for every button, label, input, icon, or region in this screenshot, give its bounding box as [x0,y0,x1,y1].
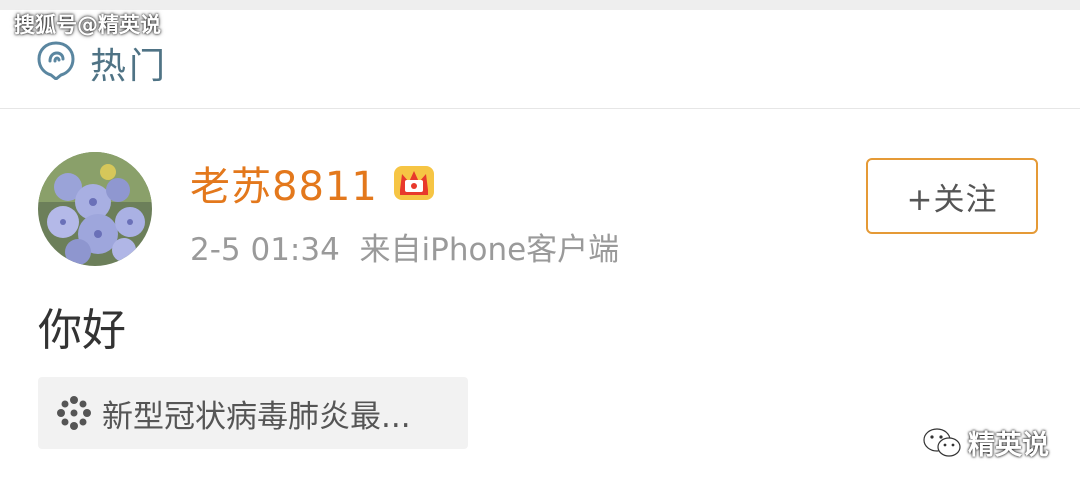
top-strip [0,0,1080,10]
crown-badge-icon [394,166,434,200]
page-title: 热门 [90,46,169,87]
hot-topic-icon [37,41,75,80]
avatar[interactable] [38,152,152,266]
topic-link[interactable]: 新型冠状病毒肺炎最... [38,377,468,449]
post-content: 你好 [38,305,126,356]
follow-button[interactable]: +关注 [866,158,1038,234]
header: 热门 [0,10,1080,109]
weibo-post-card: 老苏8811 2-5 01:34 来自iPhone客户端 +关注 你好 新型冠状… [0,110,1080,493]
wechat-icon [922,427,961,457]
source-watermark: 搜狐号@精英说 [14,13,161,37]
wechat-watermark: 精英说 [922,423,1049,462]
username[interactable]: 老苏8811 [190,154,378,212]
virus-topic-icon [57,396,91,430]
post-timestamp-source: 2-5 01:34 来自iPhone客户端 [190,232,620,268]
topic-label: 新型冠状病毒肺炎最... [102,398,411,435]
wechat-account-name: 精英说 [968,430,1049,461]
